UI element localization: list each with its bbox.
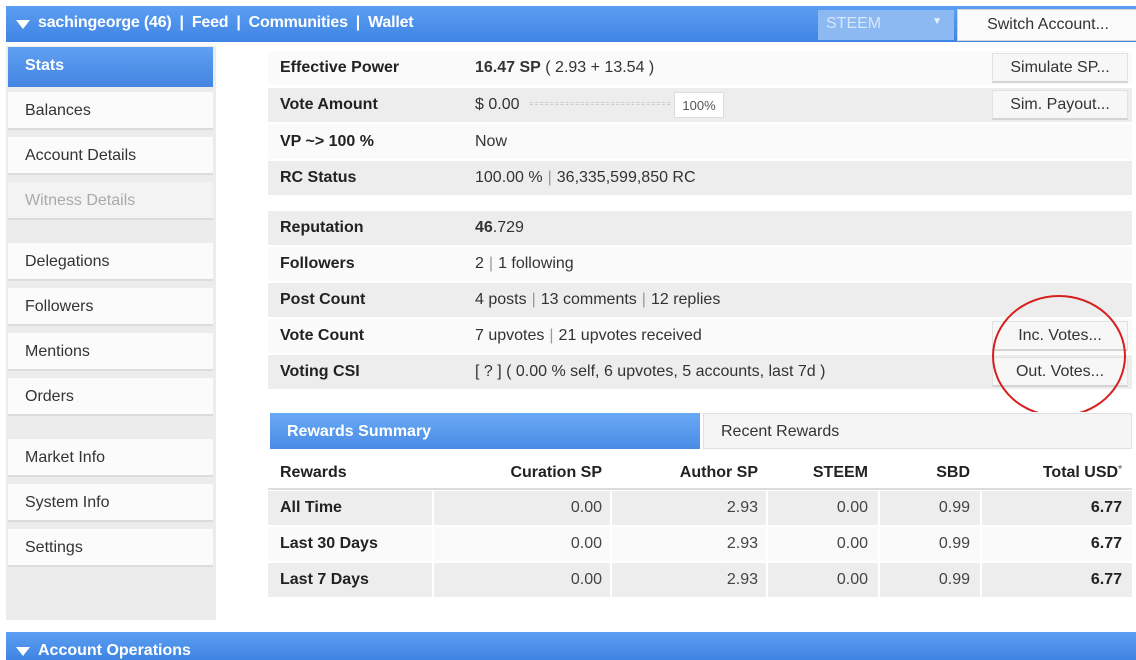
table-cell: 0.99 [880,491,980,525]
stat-row-effective-power: Effective Power 16.47 SP ( 2.93 + 13.54 … [268,51,1132,85]
table-cell: 2.93 [612,527,766,561]
reputation-decimal: .729 [492,219,524,236]
sidebar-item-system-info[interactable]: System Info [8,484,213,522]
vote-weight-slider[interactable] [530,102,670,105]
sidebar: Stats Balances Account Details Witness D… [6,46,216,620]
table-cell: All Time [268,491,432,525]
sidebar-item-witness-details: Witness Details [8,182,213,220]
table-cell: 6.77 [982,563,1132,597]
stat-value: 100.00 % | 36,335,599,850 RC [464,161,1132,195]
top-nav-bar: sachingeorge (46) | Feed | Communities | Walle… [6,6,1136,42]
reputation-integer: 46 [475,219,493,236]
stat-row-vote-amount: Vote Amount $ 0.00 100% Sim. Payout... [268,88,1132,122]
stat-row-rc-status: RC Status 100.00 % | 36,335,599,850 RC [268,161,1132,195]
stat-label: Voting CSI [268,355,464,389]
stat-row-post-count: Post Count 4 posts | 13 comments | 12 replie… [268,283,1132,317]
stat-row-vp: VP ~> 100 % Now [268,125,1132,159]
column-header: Rewards [280,464,347,481]
stat-value: 2 | 1 following [464,247,1132,281]
table-row: Last 30 Days 0.00 2.93 0.00 0.99 6.77 [268,527,1132,561]
stat-value: Now [464,125,1132,159]
nav-communities-link[interactable]: Communities [249,14,348,31]
effective-power-sp: 16.47 SP [475,59,541,76]
rewards-tabs: Rewards Summary Recent Rewards [268,412,1132,450]
rc-percent: 100.00 % [475,169,543,186]
posts-count: 4 posts [475,291,527,308]
stat-label: Reputation [268,211,464,245]
stat-label: Effective Power [268,51,464,85]
table-cell: 0.00 [434,527,610,561]
column-header: Curation SP [510,464,602,481]
sidebar-item-market-info[interactable]: Market Info [8,439,213,477]
stat-row-reputation: Reputation 46.729 [268,211,1132,245]
stat-label: Vote Amount [268,88,464,122]
stat-label: VP ~> 100 % [268,125,464,159]
table-cell: 0.99 [880,563,980,597]
sidebar-item-mentions[interactable]: Mentions [8,333,213,371]
table-cell: Last 30 Days [268,527,432,561]
table-header-row: Rewards Curation SP Author SP STEEM SBD … [268,456,1132,490]
collapse-triangle-icon[interactable] [16,20,30,29]
chain-select-value: STEEM [826,15,882,32]
table-row: Last 7 Days 0.00 2.93 0.00 0.99 6.77 [268,563,1132,597]
footnote-mark: * [1118,464,1122,475]
table-cell: 0.00 [434,491,610,525]
comments-count: 13 comments [540,291,637,308]
sidebar-item-followers[interactable]: Followers [8,288,213,326]
collapse-triangle-icon[interactable] [16,647,30,656]
chain-select[interactable]: STEEM ▼ [818,10,954,40]
following-count: 1 following [498,255,574,272]
stat-label: Post Count [268,283,464,317]
table-row: All Time 0.00 2.93 0.00 0.99 6.77 [268,491,1132,525]
table-cell: 0.00 [434,563,610,597]
effective-power-breakdown: ( 2.93 + 13.54 ) [540,59,655,76]
username-link[interactable]: sachingeorge (46) [38,14,172,31]
table-cell: 0.99 [880,527,980,561]
table-cell: 0.00 [768,563,878,597]
sidebar-item-stats[interactable]: Stats [8,47,213,87]
sidebar-item-balances[interactable]: Balances [8,92,213,130]
red-circle-annotation [992,295,1126,417]
account-operations-bar[interactable]: Account Operations [6,632,1136,660]
replies-count: 12 replies [650,291,721,308]
table-cell: 2.93 [612,491,766,525]
column-header: Author SP [679,464,758,481]
stat-row-followers: Followers 2 | 1 following [268,247,1132,281]
sidebar-item-account-details[interactable]: Account Details [8,137,213,175]
sidebar-item-settings[interactable]: Settings [8,529,213,567]
stat-label: Vote Count [268,319,464,353]
stat-label: Followers [268,247,464,281]
upvotes-count: 7 upvotes [475,327,545,344]
tab-recent-rewards[interactable]: Recent Rewards [703,413,1132,449]
rc-amount: 36,335,599,850 RC [556,169,696,186]
column-header: SBD [936,464,970,481]
sim-payout-button[interactable]: Sim. Payout... [992,90,1128,120]
nav-feed-link[interactable]: Feed [192,14,229,31]
switch-account-button[interactable]: Switch Account... [957,9,1136,41]
table-cell: 0.00 [768,491,878,525]
stat-label: RC Status [268,161,464,195]
sidebar-item-orders[interactable]: Orders [8,378,213,416]
table-cell: 6.77 [982,491,1132,525]
tab-rewards-summary[interactable]: Rewards Summary [270,413,700,449]
top-nav: sachingeorge (46) | Feed | Communities | Walle… [38,14,414,31]
table-cell: 0.00 [768,527,878,561]
table-cell: 2.93 [612,563,766,597]
simulate-sp-button[interactable]: Simulate SP... [992,53,1128,83]
upvotes-received: 21 upvotes received [558,327,702,344]
vote-weight-percent[interactable]: 100% [674,92,724,118]
sidebar-item-delegations[interactable]: Delegations [8,243,213,281]
followers-count: 2 [475,255,484,272]
column-header: STEEM [812,464,868,481]
stat-value: 46.729 [464,211,1132,245]
table-cell: Last 7 Days [268,563,432,597]
total-usd-header: Total USD [1042,464,1119,481]
account-operations-title: Account Operations [38,642,191,659]
nav-wallet-link[interactable]: Wallet [368,14,414,31]
table-cell: 6.77 [982,527,1132,561]
dropdown-caret-icon: ▼ [932,16,942,27]
column-header: Total USD* [982,456,1132,490]
